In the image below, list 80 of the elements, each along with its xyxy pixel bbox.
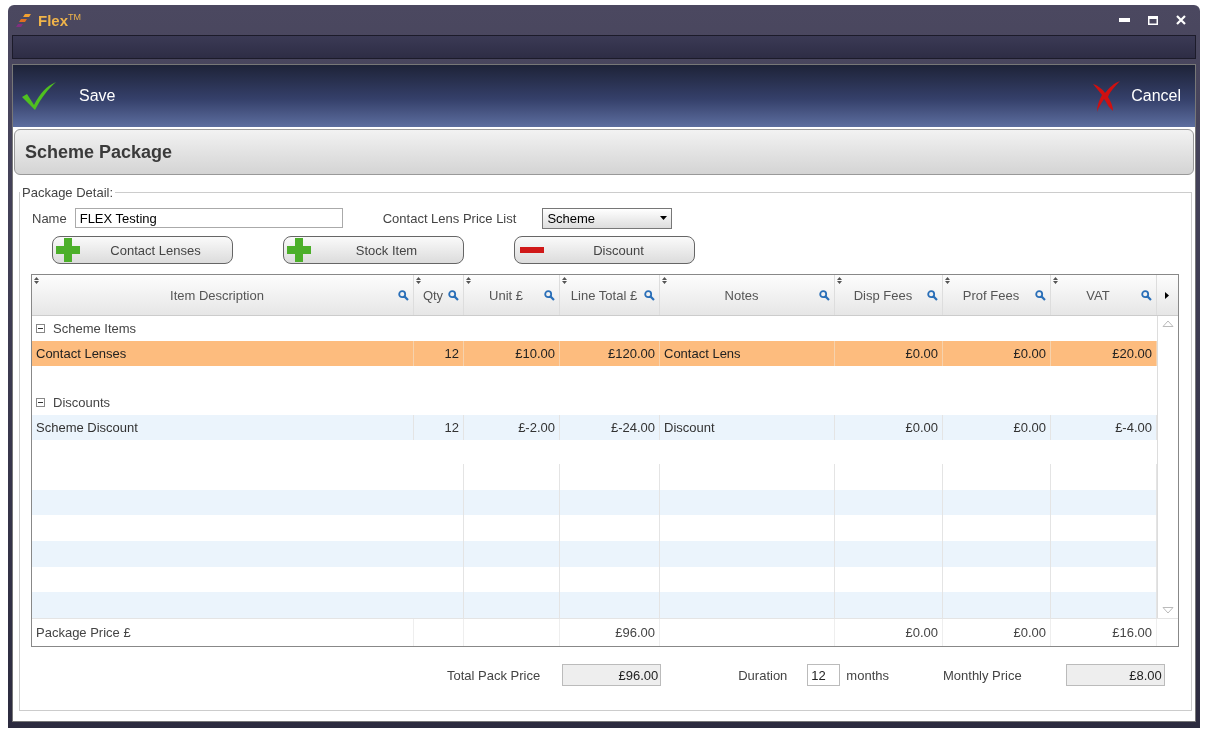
logo-icon: [16, 12, 32, 28]
plus-icon: [55, 237, 81, 263]
footer-label: Package Price £: [32, 619, 414, 646]
column-header[interactable]: Unit £: [464, 275, 560, 315]
window-title: Flex$^{TM}$: [38, 11, 81, 29]
column-header[interactable]: Notes: [660, 275, 835, 315]
table-cell: £0.00: [943, 340, 1051, 367]
table-cell: Discount: [660, 414, 835, 441]
table-cell: £0.00: [943, 414, 1051, 441]
column-header[interactable]: Item Description: [32, 275, 414, 315]
table-cell: 12: [414, 340, 464, 367]
table-cell: £-24.00: [560, 414, 660, 441]
sort-icon[interactable]: [837, 277, 842, 284]
column-header[interactable]: Qty: [414, 275, 464, 315]
group-legend: Package Detail:: [20, 185, 116, 200]
group-label: Discounts: [53, 394, 111, 410]
column-header[interactable]: Line Total £: [560, 275, 660, 315]
search-icon[interactable]: [398, 289, 409, 301]
add-item-button[interactable]: Contact Lenses: [52, 236, 233, 264]
column-header[interactable]: VAT: [1051, 275, 1157, 315]
scroll-right-icon[interactable]: [1165, 291, 1169, 299]
close-icon[interactable]: [1176, 15, 1186, 25]
table-row[interactable]: Scheme Discount 12 £-2.00 £-24.00 Discount £0.00 £0.00 £-4.00: [32, 414, 1157, 441]
duration-field[interactable]: 12: [807, 664, 841, 686]
search-icon[interactable]: [448, 289, 459, 301]
table-cell: Contact Lens: [660, 340, 835, 367]
add-item-button[interactable]: Discount: [514, 236, 695, 264]
caret-icon: [660, 216, 668, 220]
name-label: Name: [32, 210, 67, 226]
sort-icon[interactable]: [34, 277, 39, 284]
total-label: Total Pack Price: [447, 667, 541, 683]
total-field: £96.00: [562, 664, 662, 686]
table-row[interactable]: Contact Lenses 12 £10.00 £120.00 Contact Lens £0.00 £0.00 £20.00: [32, 340, 1157, 367]
sort-icon[interactable]: [662, 277, 667, 284]
table-cell: Scheme Discount: [32, 414, 414, 441]
price-list-label: Contact Lens Price List: [382, 210, 517, 226]
section-title: Scheme Package: [14, 129, 1194, 175]
search-icon[interactable]: [1035, 289, 1046, 301]
sort-icon[interactable]: [945, 277, 950, 284]
table-cell: £0.00: [835, 340, 943, 367]
table-cell: £-2.00: [464, 414, 560, 441]
footer-total: £16.00: [1051, 619, 1157, 646]
cross-icon: [1091, 79, 1122, 113]
sort-icon[interactable]: [416, 277, 421, 284]
search-icon[interactable]: [544, 289, 555, 301]
duration-unit: months: [846, 667, 889, 683]
search-icon[interactable]: [927, 289, 938, 301]
column-header[interactable]: Disp Fees: [835, 275, 943, 315]
checkmark-icon: [21, 81, 57, 111]
monthly-label: Monthly Price: [943, 667, 1022, 683]
table-cell: £20.00: [1051, 340, 1157, 367]
sort-icon[interactable]: [466, 277, 471, 284]
table-cell: £120.00: [560, 340, 660, 367]
duration-label: Duration: [738, 667, 788, 683]
name-field[interactable]: FLEX Testing: [74, 208, 343, 228]
table-cell: £10.00: [464, 340, 560, 367]
sort-icon[interactable]: [562, 277, 567, 284]
monthly-field: £8.00: [1065, 664, 1165, 686]
plus-icon: [286, 237, 312, 263]
table-cell: £-4.00: [1051, 414, 1157, 441]
maximize-icon[interactable]: [1148, 15, 1158, 25]
price-list-dropdown[interactable]: Scheme: [542, 207, 673, 229]
table-cell: £0.00: [835, 414, 943, 441]
search-icon[interactable]: [644, 289, 655, 301]
footer-total: £96.00: [560, 619, 660, 646]
search-icon[interactable]: [1141, 289, 1152, 301]
footer-total: £0.00: [835, 619, 943, 646]
search-icon[interactable]: [819, 289, 830, 301]
footer-total: £0.00: [943, 619, 1051, 646]
table-cell: 12: [414, 414, 464, 441]
add-item-button[interactable]: Stock Item: [283, 236, 464, 264]
save-button[interactable]: Save: [21, 81, 116, 111]
collapse-icon[interactable]: [36, 397, 45, 407]
cancel-button[interactable]: Cancel: [1091, 79, 1181, 113]
table-cell: Contact Lenses: [32, 340, 414, 367]
sort-icon[interactable]: [1053, 277, 1058, 284]
minus-icon: [519, 247, 545, 253]
column-header[interactable]: Prof Fees: [943, 275, 1051, 315]
collapse-icon[interactable]: [36, 323, 45, 333]
group-label: Scheme Items: [53, 320, 137, 336]
